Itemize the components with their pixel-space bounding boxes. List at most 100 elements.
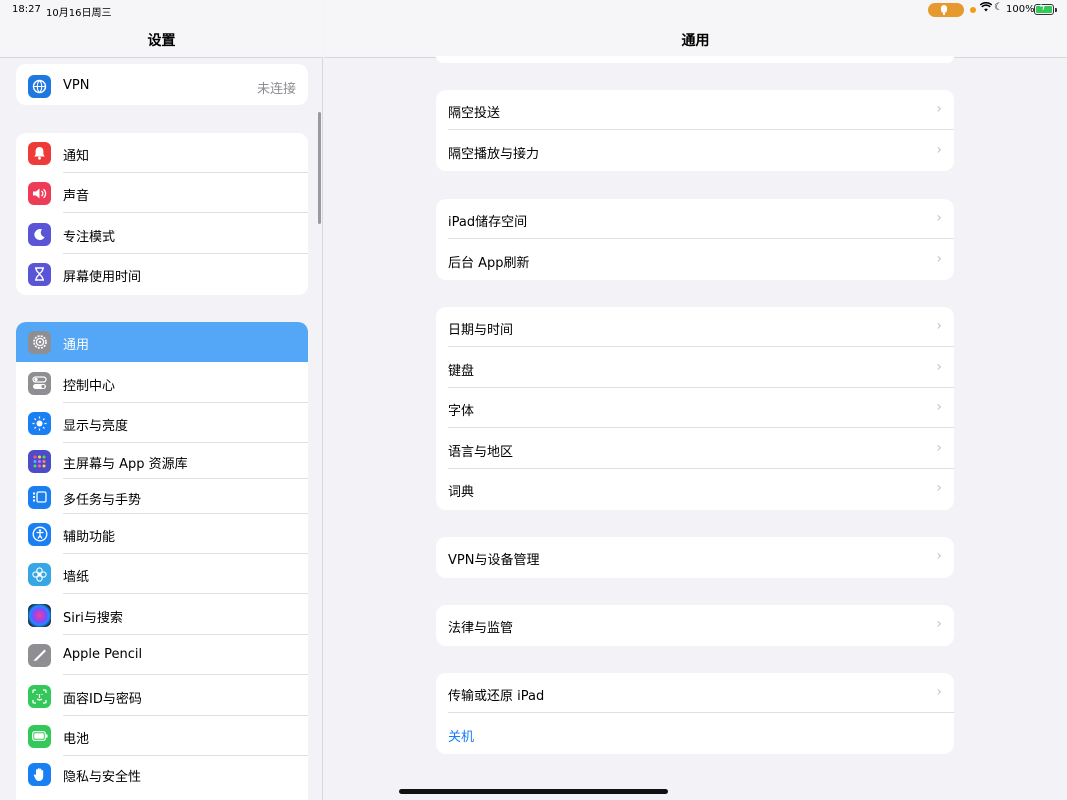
sidebar-item-label: 隐私与安全性	[63, 770, 142, 785]
sidebar-item-label: 电池	[63, 732, 90, 747]
detail-item-airdrop[interactable]: 隔空投送 ›	[436, 90, 954, 130]
detail-item-label: 隔空投送	[448, 106, 501, 121]
sidebar-group-general: 通用 控制中心 显示与亮度 主屏幕与 App 资源库 多任务与手势 辅助功能 墙…	[16, 322, 308, 800]
sidebar-item-label: 通知	[63, 149, 90, 164]
accessibility-icon	[28, 523, 51, 546]
chevron-right-icon: ›	[936, 318, 942, 334]
grid-icon	[28, 450, 51, 473]
sidebar-item-faceid[interactable]: 面容ID与密码	[16, 676, 308, 716]
status-bar: 18:27 10月16日周三 ☾ 100% ϟ	[0, 0, 1067, 20]
sidebar-item-vpn[interactable]: VPN 未连接	[16, 66, 308, 105]
detail-group-clipped	[436, 56, 954, 63]
sun-icon	[28, 412, 51, 435]
sidebar-item-home-screen[interactable]: 主屏幕与 App 资源库	[16, 443, 308, 479]
chevron-right-icon: ›	[936, 101, 942, 117]
detail-item-legal-regulatory[interactable]: 法律与监管 ›	[436, 605, 954, 645]
sidebar-item-sounds[interactable]: 声音	[16, 173, 308, 213]
sidebar: 设置 VPN 未连接 通知 声音 专注模式 屏幕使用时间 通用 控制中心 显示与…	[0, 0, 323, 800]
speaker-icon	[28, 182, 51, 205]
detail-item-storage[interactable]: iPad储存空间 ›	[436, 199, 954, 239]
sidebar-item-apple-pencil[interactable]: Apple Pencil	[16, 635, 308, 675]
sidebar-item-label: 显示与亮度	[63, 419, 129, 434]
detail-group-airdrop: 隔空投送 › 隔空播放与接力 ›	[436, 90, 954, 171]
sidebar-item-notifications[interactable]: 通知	[16, 133, 308, 173]
sidebar-item-battery[interactable]: 电池	[16, 716, 308, 756]
vpn-icon	[28, 75, 51, 98]
detail-item-label: 后台 App刷新	[448, 256, 530, 271]
sidebar-item-label: 声音	[63, 189, 90, 204]
detail-item-label: VPN与设备管理	[448, 553, 540, 568]
toggles-icon	[28, 372, 51, 395]
scroll-indicator[interactable]	[318, 112, 321, 224]
chevron-right-icon: ›	[936, 684, 942, 700]
sidebar-item-accessibility[interactable]: 辅助功能	[16, 514, 308, 554]
detail-group-vpn: VPN与设备管理 ›	[436, 537, 954, 578]
sidebar-item-display[interactable]: 显示与亮度	[16, 403, 308, 443]
detail-group-storage: iPad储存空间 › 后台 App刷新 ›	[436, 199, 954, 280]
battery-charging-icon: ϟ	[1034, 2, 1057, 15]
bell-icon	[28, 142, 51, 165]
shut-down-button[interactable]: 关机	[436, 714, 954, 754]
vpn-status-value: 未连接	[256, 82, 296, 97]
detail-item-date-time[interactable]: 日期与时间 ›	[436, 307, 954, 347]
siri-icon	[28, 604, 51, 627]
chevron-right-icon: ›	[936, 440, 942, 456]
chevron-right-icon: ›	[936, 616, 942, 632]
sidebar-item-privacy[interactable]: 隐私与安全性	[16, 756, 308, 792]
sidebar-group-network: VPN 未连接	[16, 64, 308, 105]
detail-item-label: iPad储存空间	[448, 215, 528, 230]
detail-item-fonts[interactable]: 字体 ›	[436, 388, 954, 428]
sidebar-item-siri[interactable]: Siri与搜索	[16, 595, 308, 635]
sidebar-item-focus[interactable]: 专注模式	[16, 214, 308, 254]
chevron-right-icon: ›	[936, 359, 942, 375]
detail-item-language-region[interactable]: 语言与地区 ›	[436, 429, 954, 469]
hand-icon	[28, 763, 51, 786]
detail-item-vpn-device-management[interactable]: VPN与设备管理 ›	[436, 537, 954, 577]
hourglass-icon	[28, 263, 51, 286]
detail-item-keyboard[interactable]: 键盘 ›	[436, 348, 954, 388]
detail-item-transfer-reset[interactable]: 传输或还原 iPad ›	[436, 673, 954, 713]
detail-item-background-refresh[interactable]: 后台 App刷新 ›	[436, 240, 954, 280]
recording-dot-icon	[970, 7, 976, 13]
sidebar-group-notifications: 通知 声音 专注模式 屏幕使用时间	[16, 133, 308, 295]
detail-item-label: 日期与时间	[448, 323, 514, 338]
detail-item-label: 键盘	[448, 364, 475, 379]
chevron-right-icon: ›	[936, 548, 942, 564]
sidebar-item-multitasking[interactable]: 多任务与手势	[16, 479, 308, 514]
chevron-right-icon: ›	[936, 480, 942, 496]
moon-icon	[28, 223, 51, 246]
sidebar-item-label: Siri与搜索	[63, 611, 123, 626]
status-time: 18:27	[12, 4, 41, 15]
detail-pane: 通用 隔空投送 › 隔空播放与接力 › iPad储存空间 › 后台 App刷新 …	[324, 0, 1067, 800]
chevron-right-icon: ›	[936, 399, 942, 415]
sidebar-item-label: 通用	[63, 338, 90, 353]
sidebar-item-label: 辅助功能	[63, 530, 116, 545]
sidebar-item-label: 多任务与手势	[63, 492, 142, 508]
detail-item-label: 语言与地区	[448, 445, 514, 460]
sidebar-item-wallpaper[interactable]: 墙纸	[16, 554, 308, 594]
sidebar-item-label: 面容ID与密码	[63, 692, 142, 707]
detail-item-airplay-handoff[interactable]: 隔空播放与接力 ›	[436, 131, 954, 171]
chevron-right-icon: ›	[936, 210, 942, 226]
battery-percent: 100%	[1006, 4, 1035, 15]
detail-group-locale: 日期与时间 › 键盘 › 字体 › 语言与地区 › 词典 ›	[436, 307, 954, 510]
pencil-icon	[28, 644, 51, 667]
detail-item-label: 传输或还原 iPad	[448, 689, 545, 704]
detail-item-label: 字体	[448, 404, 475, 419]
detail-item-label: 法律与监管	[448, 621, 514, 636]
sidebar-item-label: 主屏幕与 App 资源库	[63, 457, 188, 472]
home-indicator[interactable]	[399, 789, 668, 794]
sidebar-item-screen-time[interactable]: 屏幕使用时间	[16, 254, 308, 294]
sidebar-title: 设置	[147, 33, 176, 49]
sidebar-item-general[interactable]: 通用	[16, 322, 308, 362]
sidebar-item-label: 控制中心	[63, 379, 116, 394]
faceid-icon	[28, 685, 51, 708]
chevron-right-icon: ›	[936, 251, 942, 267]
page-title: 通用	[681, 33, 710, 49]
sidebar-item-label: 屏幕使用时间	[63, 270, 142, 285]
wifi-icon	[979, 1, 993, 15]
detail-item-dictionary[interactable]: 词典 ›	[436, 469, 954, 509]
sidebar-item-control-center[interactable]: 控制中心	[16, 363, 308, 403]
sidebar-item-label: 专注模式	[63, 230, 116, 245]
detail-item-label: 隔空播放与接力	[448, 147, 540, 162]
